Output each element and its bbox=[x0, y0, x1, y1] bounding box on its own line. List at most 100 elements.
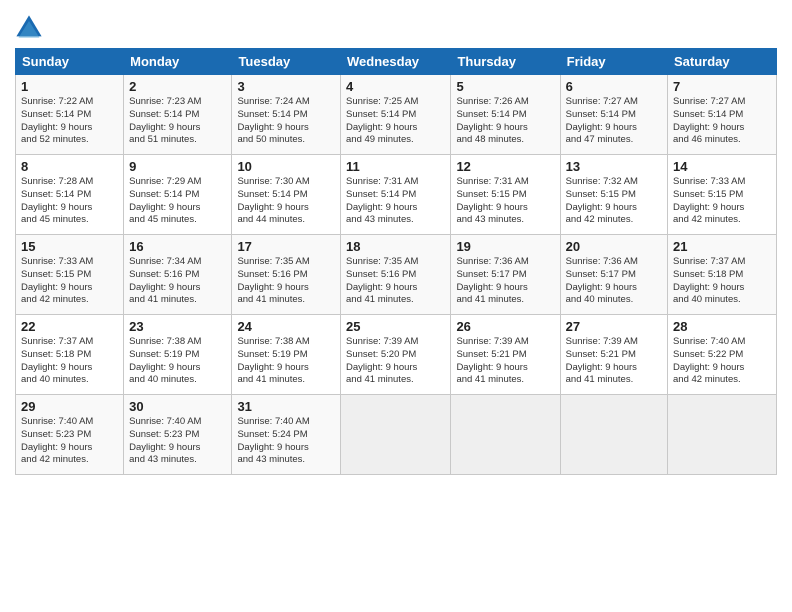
day-info: Sunrise: 7:31 AM Sunset: 5:14 PM Dayligh… bbox=[346, 176, 445, 227]
calendar-day-cell: 19 Sunrise: 7:36 AM Sunset: 5:17 PM Dayli… bbox=[451, 235, 560, 315]
day-info: Sunrise: 7:22 AM Sunset: 5:14 PM Dayligh… bbox=[21, 96, 118, 147]
calendar-header-monday: Monday bbox=[124, 49, 232, 75]
day-number: 7 bbox=[673, 79, 771, 94]
calendar-header-saturday: Saturday bbox=[668, 49, 777, 75]
calendar-day-cell: 13 Sunrise: 7:32 AM Sunset: 5:15 PM Dayli… bbox=[560, 155, 667, 235]
day-info: Sunrise: 7:40 AM Sunset: 5:22 PM Dayligh… bbox=[673, 336, 771, 387]
calendar-day-cell: 31 Sunrise: 7:40 AM Sunset: 5:24 PM Dayli… bbox=[232, 395, 341, 475]
day-number: 10 bbox=[237, 159, 335, 174]
calendar-day-cell: 23Sunrise: 7:38 AM Sunset: 5:19 PM Dayli… bbox=[124, 315, 232, 395]
day-info: Sunrise: 7:39 AM Sunset: 5:21 PM Dayligh… bbox=[566, 336, 662, 387]
day-number: 9 bbox=[129, 159, 226, 174]
day-info: Sunrise: 7:40 AM Sunset: 5:23 PM Dayligh… bbox=[21, 416, 118, 467]
calendar-day-cell: 12 Sunrise: 7:31 AM Sunset: 5:15 PM Dayli… bbox=[451, 155, 560, 235]
day-number: 4 bbox=[346, 79, 445, 94]
calendar-day-cell: 30 Sunrise: 7:40 AM Sunset: 5:23 PM Dayli… bbox=[124, 395, 232, 475]
day-info: Sunrise: 7:28 AM Sunset: 5:14 PM Dayligh… bbox=[21, 176, 118, 227]
calendar-header-wednesday: Wednesday bbox=[341, 49, 451, 75]
day-info: Sunrise: 7:27 AM Sunset: 5:14 PM Dayligh… bbox=[673, 96, 771, 147]
day-info: Sunrise: 7:36 AM Sunset: 5:17 PM Dayligh… bbox=[456, 256, 554, 307]
day-number: 28 bbox=[673, 319, 771, 334]
calendar-header-thursday: Thursday bbox=[451, 49, 560, 75]
day-info: Sunrise: 7:31 AM Sunset: 5:15 PM Dayligh… bbox=[456, 176, 554, 227]
calendar-day-cell bbox=[668, 395, 777, 475]
day-number: 12 bbox=[456, 159, 554, 174]
day-number: 19 bbox=[456, 239, 554, 254]
day-number: 20 bbox=[566, 239, 662, 254]
calendar-day-cell: 4 Sunrise: 7:25 AM Sunset: 5:14 PM Daylig… bbox=[341, 75, 451, 155]
calendar-day-cell: 18Sunrise: 7:35 AM Sunset: 5:16 PM Dayli… bbox=[341, 235, 451, 315]
calendar-header-row: SundayMondayTuesdayWednesdayThursdayFrid… bbox=[16, 49, 777, 75]
day-info: Sunrise: 7:37 AM Sunset: 5:18 PM Dayligh… bbox=[673, 256, 771, 307]
calendar-day-cell: 20Sunrise: 7:36 AM Sunset: 5:17 PM Dayli… bbox=[560, 235, 667, 315]
day-info: Sunrise: 7:37 AM Sunset: 5:18 PM Dayligh… bbox=[21, 336, 118, 387]
day-number: 16 bbox=[129, 239, 226, 254]
day-info: Sunrise: 7:40 AM Sunset: 5:23 PM Dayligh… bbox=[129, 416, 226, 467]
calendar-day-cell: 10 Sunrise: 7:30 AM Sunset: 5:14 PM Dayli… bbox=[232, 155, 341, 235]
calendar-day-cell: 21 Sunrise: 7:37 AM Sunset: 5:18 PM Dayli… bbox=[668, 235, 777, 315]
day-number: 15 bbox=[21, 239, 118, 254]
day-number: 25 bbox=[346, 319, 445, 334]
day-number: 22 bbox=[21, 319, 118, 334]
header bbox=[15, 10, 777, 42]
calendar-day-cell bbox=[451, 395, 560, 475]
day-number: 1 bbox=[21, 79, 118, 94]
day-info: Sunrise: 7:25 AM Sunset: 5:14 PM Dayligh… bbox=[346, 96, 445, 147]
day-info: Sunrise: 7:40 AM Sunset: 5:24 PM Dayligh… bbox=[237, 416, 335, 467]
day-number: 27 bbox=[566, 319, 662, 334]
day-info: Sunrise: 7:32 AM Sunset: 5:15 PM Dayligh… bbox=[566, 176, 662, 227]
calendar-week-row: 22 Sunrise: 7:37 AM Sunset: 5:18 PM Dayli… bbox=[16, 315, 777, 395]
calendar-week-row: 15 Sunrise: 7:33 AM Sunset: 5:15 PM Dayli… bbox=[16, 235, 777, 315]
calendar-day-cell: 28 Sunrise: 7:40 AM Sunset: 5:22 PM Dayli… bbox=[668, 315, 777, 395]
calendar-day-cell: 1 Sunrise: 7:22 AM Sunset: 5:14 PM Daylig… bbox=[16, 75, 124, 155]
day-info: Sunrise: 7:27 AM Sunset: 5:14 PM Dayligh… bbox=[566, 96, 662, 147]
day-info: Sunrise: 7:35 AM Sunset: 5:16 PM Dayligh… bbox=[346, 256, 445, 307]
logo bbox=[15, 14, 45, 42]
day-info: Sunrise: 7:33 AM Sunset: 5:15 PM Dayligh… bbox=[673, 176, 771, 227]
day-info: Sunrise: 7:38 AM Sunset: 5:19 PM Dayligh… bbox=[129, 336, 226, 387]
calendar-week-row: 8 Sunrise: 7:28 AM Sunset: 5:14 PM Daylig… bbox=[16, 155, 777, 235]
day-info: Sunrise: 7:38 AM Sunset: 5:19 PM Dayligh… bbox=[237, 336, 335, 387]
calendar-day-cell: 29 Sunrise: 7:40 AM Sunset: 5:23 PM Dayli… bbox=[16, 395, 124, 475]
day-number: 11 bbox=[346, 159, 445, 174]
day-info: Sunrise: 7:39 AM Sunset: 5:21 PM Dayligh… bbox=[456, 336, 554, 387]
day-number: 6 bbox=[566, 79, 662, 94]
calendar-week-row: 1 Sunrise: 7:22 AM Sunset: 5:14 PM Daylig… bbox=[16, 75, 777, 155]
calendar-day-cell: 9Sunrise: 7:29 AM Sunset: 5:14 PM Daylig… bbox=[124, 155, 232, 235]
calendar-day-cell: 14Sunrise: 7:33 AM Sunset: 5:15 PM Dayli… bbox=[668, 155, 777, 235]
day-number: 31 bbox=[237, 399, 335, 414]
logo-icon bbox=[15, 14, 43, 42]
calendar-table: SundayMondayTuesdayWednesdayThursdayFrid… bbox=[15, 48, 777, 475]
calendar-day-cell: 3 Sunrise: 7:24 AM Sunset: 5:14 PM Daylig… bbox=[232, 75, 341, 155]
day-number: 8 bbox=[21, 159, 118, 174]
calendar-day-cell: 5 Sunrise: 7:26 AM Sunset: 5:14 PM Daylig… bbox=[451, 75, 560, 155]
day-number: 21 bbox=[673, 239, 771, 254]
day-number: 13 bbox=[566, 159, 662, 174]
calendar-header-sunday: Sunday bbox=[16, 49, 124, 75]
calendar-header-tuesday: Tuesday bbox=[232, 49, 341, 75]
day-number: 3 bbox=[237, 79, 335, 94]
calendar-day-cell: 8 Sunrise: 7:28 AM Sunset: 5:14 PM Daylig… bbox=[16, 155, 124, 235]
calendar-day-cell: 25Sunrise: 7:39 AM Sunset: 5:20 PM Dayli… bbox=[341, 315, 451, 395]
calendar-header-friday: Friday bbox=[560, 49, 667, 75]
calendar-day-cell: 26Sunrise: 7:39 AM Sunset: 5:21 PM Dayli… bbox=[451, 315, 560, 395]
day-info: Sunrise: 7:34 AM Sunset: 5:16 PM Dayligh… bbox=[129, 256, 226, 307]
calendar-day-cell: 24Sunrise: 7:38 AM Sunset: 5:19 PM Dayli… bbox=[232, 315, 341, 395]
day-number: 2 bbox=[129, 79, 226, 94]
calendar-day-cell: 11 Sunrise: 7:31 AM Sunset: 5:14 PM Dayli… bbox=[341, 155, 451, 235]
day-number: 30 bbox=[129, 399, 226, 414]
calendar-day-cell: 2 Sunrise: 7:23 AM Sunset: 5:14 PM Daylig… bbox=[124, 75, 232, 155]
day-info: Sunrise: 7:35 AM Sunset: 5:16 PM Dayligh… bbox=[237, 256, 335, 307]
day-number: 5 bbox=[456, 79, 554, 94]
day-number: 29 bbox=[21, 399, 118, 414]
day-info: Sunrise: 7:33 AM Sunset: 5:15 PM Dayligh… bbox=[21, 256, 118, 307]
day-info: Sunrise: 7:26 AM Sunset: 5:14 PM Dayligh… bbox=[456, 96, 554, 147]
day-info: Sunrise: 7:23 AM Sunset: 5:14 PM Dayligh… bbox=[129, 96, 226, 147]
page-container: SundayMondayTuesdayWednesdayThursdayFrid… bbox=[0, 0, 792, 483]
calendar-day-cell: 6 Sunrise: 7:27 AM Sunset: 5:14 PM Daylig… bbox=[560, 75, 667, 155]
day-info: Sunrise: 7:24 AM Sunset: 5:14 PM Dayligh… bbox=[237, 96, 335, 147]
calendar-day-cell: 22 Sunrise: 7:37 AM Sunset: 5:18 PM Dayli… bbox=[16, 315, 124, 395]
day-info: Sunrise: 7:30 AM Sunset: 5:14 PM Dayligh… bbox=[237, 176, 335, 227]
calendar-day-cell: 16 Sunrise: 7:34 AM Sunset: 5:16 PM Dayli… bbox=[124, 235, 232, 315]
calendar-day-cell: 27 Sunrise: 7:39 AM Sunset: 5:21 PM Dayli… bbox=[560, 315, 667, 395]
